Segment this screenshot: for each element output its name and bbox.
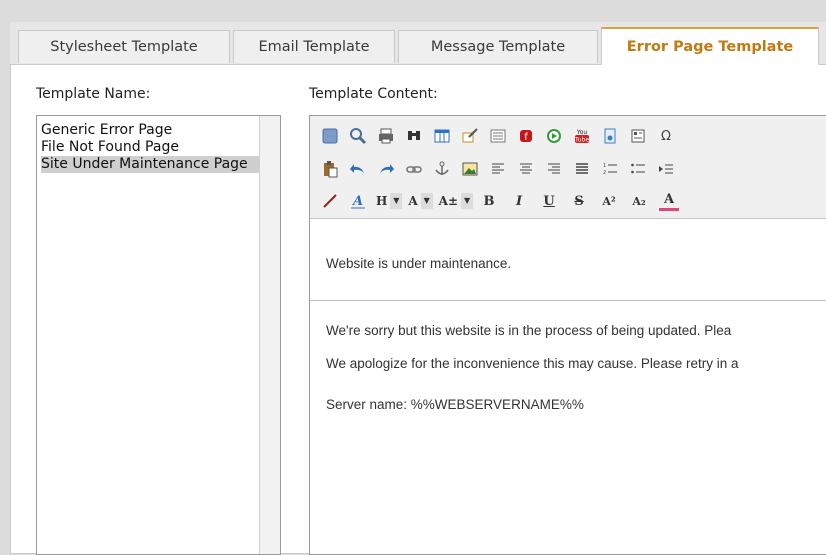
- undo-icon[interactable]: [348, 159, 368, 179]
- tab-stylesheet-template[interactable]: Stylesheet Template: [18, 30, 230, 63]
- template-list[interactable]: Generic Error Page File Not Found Page S…: [36, 115, 281, 555]
- content-line-2: We apologize for the inconvenience this …: [326, 356, 739, 371]
- list-item-generic-error-page[interactable]: Generic Error Page: [41, 122, 259, 139]
- font-size-dropdown[interactable]: A± ▼: [439, 191, 474, 211]
- svg-text:2: 2: [603, 170, 606, 176]
- numbered-list-icon[interactable]: 12: [600, 159, 620, 179]
- heading-dropdown[interactable]: H ▼: [376, 191, 403, 211]
- paste-icon[interactable]: [320, 159, 340, 179]
- link-icon[interactable]: [404, 159, 424, 179]
- superscript-button[interactable]: A²: [599, 191, 619, 211]
- underline-button[interactable]: U: [539, 191, 559, 211]
- chevron-down-icon: ▼: [461, 193, 474, 209]
- template-name-label: Template Name:: [36, 86, 151, 102]
- list-scrollbar[interactable]: [259, 116, 280, 554]
- media-icon[interactable]: [544, 126, 564, 146]
- indent-icon[interactable]: [656, 159, 676, 179]
- font-color-button[interactable]: A: [659, 191, 680, 211]
- clear-format-icon[interactable]: A: [348, 191, 368, 211]
- find-icon[interactable]: [404, 126, 424, 146]
- template-icon[interactable]: [628, 126, 648, 146]
- anchor-icon[interactable]: [432, 159, 452, 179]
- chevron-down-icon: ▼: [390, 193, 403, 209]
- tab-message-template[interactable]: Message Template: [398, 30, 598, 63]
- content-divider: [310, 300, 826, 301]
- brush-icon[interactable]: [320, 191, 340, 211]
- strikethrough-button[interactable]: S: [569, 191, 589, 211]
- youtube-icon[interactable]: You Tube: [572, 126, 592, 146]
- layout-icon[interactable]: [488, 126, 508, 146]
- tab-email-template[interactable]: Email Template: [233, 30, 395, 63]
- flash-icon[interactable]: f: [516, 126, 536, 146]
- template-content-editor[interactable]: f You Tube Ω 12 A H ▼ A ▼ A± ▼ B I U S A…: [309, 115, 826, 555]
- special-char-icon[interactable]: Ω: [656, 126, 676, 146]
- redo-icon[interactable]: [376, 159, 396, 179]
- italic-button[interactable]: I: [509, 191, 529, 211]
- svg-text:A: A: [351, 194, 363, 209]
- svg-text:Tube: Tube: [574, 137, 589, 144]
- svg-text:1: 1: [603, 163, 606, 169]
- bullet-list-icon[interactable]: [628, 159, 648, 179]
- tab-error-page-template[interactable]: Error Page Template: [601, 27, 819, 65]
- table-icon[interactable]: [432, 126, 452, 146]
- svg-text:f: f: [524, 132, 528, 143]
- svg-text:You: You: [576, 129, 588, 136]
- document-icon[interactable]: [600, 126, 620, 146]
- align-left-icon[interactable]: [488, 159, 508, 179]
- preview-icon[interactable]: [348, 126, 368, 146]
- align-right-icon[interactable]: [544, 159, 564, 179]
- template-content-label: Template Content:: [309, 86, 438, 102]
- print-icon[interactable]: [376, 126, 396, 146]
- content-heading: Website is under maintenance.: [326, 256, 512, 271]
- align-center-icon[interactable]: [516, 159, 536, 179]
- image-icon[interactable]: [460, 159, 480, 179]
- content-line-1: We're sorry but this website is in the p…: [326, 323, 732, 338]
- justify-icon[interactable]: [572, 159, 592, 179]
- form-icon[interactable]: [460, 126, 480, 146]
- source-icon[interactable]: [320, 126, 340, 146]
- chevron-down-icon: ▼: [420, 193, 433, 209]
- font-dropdown[interactable]: A ▼: [408, 191, 433, 211]
- editor-toolbar: f You Tube Ω 12 A H ▼ A ▼ A± ▼ B I U S A…: [310, 116, 826, 219]
- bold-button[interactable]: B: [479, 191, 499, 211]
- subscript-button[interactable]: A₂: [629, 191, 649, 211]
- content-line-3: Server name: %%WEBSERVERNAME%%: [326, 397, 584, 412]
- list-item-site-under-maintenance-page[interactable]: Site Under Maintenance Page: [41, 156, 259, 173]
- list-item-file-not-found-page[interactable]: File Not Found Page: [41, 139, 259, 156]
